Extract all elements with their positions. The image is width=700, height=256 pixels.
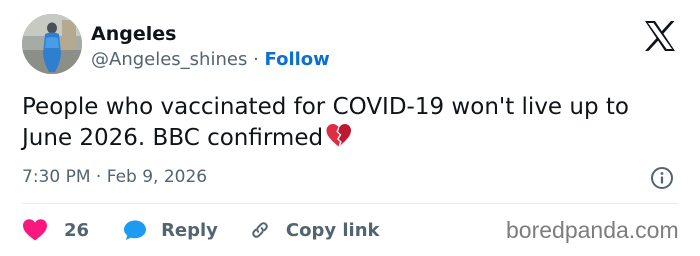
copy-link-label: Copy link — [285, 219, 380, 241]
author-meta: @Angeles_shines · Follow — [91, 48, 330, 72]
tweet-time: 7:30 PM — [22, 167, 91, 187]
timestamp-separator: · — [95, 167, 102, 187]
avatar[interactable] — [22, 14, 82, 74]
info-icon[interactable] — [650, 166, 674, 190]
copy-link-button[interactable]: Copy link — [248, 218, 380, 242]
tweet-timestamp[interactable]: 7:30 PM · Feb 9, 2026 — [22, 165, 207, 189]
x-logo-icon[interactable] — [643, 20, 677, 52]
reply-button[interactable]: Reply — [123, 219, 218, 241]
author-name[interactable]: Angeles — [91, 22, 176, 46]
action-bar: 26 Reply Copy link — [22, 216, 380, 244]
speech-bubble-icon — [124, 220, 147, 240]
tweet-date: Feb 9, 2026 — [106, 167, 208, 187]
meta-separator: · — [253, 49, 259, 70]
broken-heart-icon — [326, 123, 352, 147]
follow-button[interactable]: Follow — [265, 49, 330, 70]
reply-label: Reply — [161, 219, 218, 241]
heart-icon — [23, 219, 47, 241]
link-icon — [252, 222, 268, 238]
tweet-card: Angeles @Angeles_shines · Follow People … — [0, 0, 700, 256]
source-watermark: boredpanda.com — [506, 217, 679, 243]
tweet-text: People who vaccinated for COVID-19 won't… — [22, 92, 672, 154]
like-count: 26 — [64, 219, 90, 241]
author-handle[interactable]: @Angeles_shines — [91, 49, 247, 70]
like-button[interactable]: 26 — [22, 218, 89, 242]
avatar-image — [22, 14, 82, 74]
divider — [22, 203, 678, 204]
